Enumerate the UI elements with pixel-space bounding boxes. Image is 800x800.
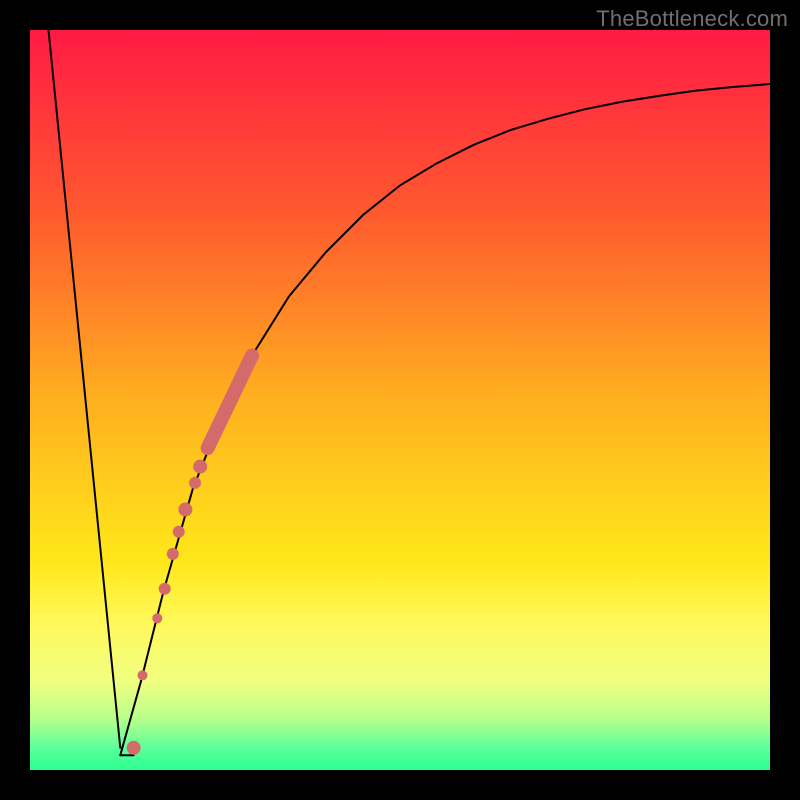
highlight-point	[127, 741, 141, 755]
highlight-point	[152, 613, 162, 623]
highlight-point	[167, 548, 179, 560]
highlight-point	[173, 526, 185, 538]
highlight-point	[178, 503, 192, 517]
bottleneck-curve-chart	[0, 0, 800, 800]
highlight-point	[137, 670, 147, 680]
chart-container: TheBottleneck.com	[0, 0, 800, 800]
plot-background	[30, 30, 770, 770]
highlight-point	[159, 583, 171, 595]
highlight-point	[193, 460, 207, 474]
highlight-point	[189, 477, 201, 489]
